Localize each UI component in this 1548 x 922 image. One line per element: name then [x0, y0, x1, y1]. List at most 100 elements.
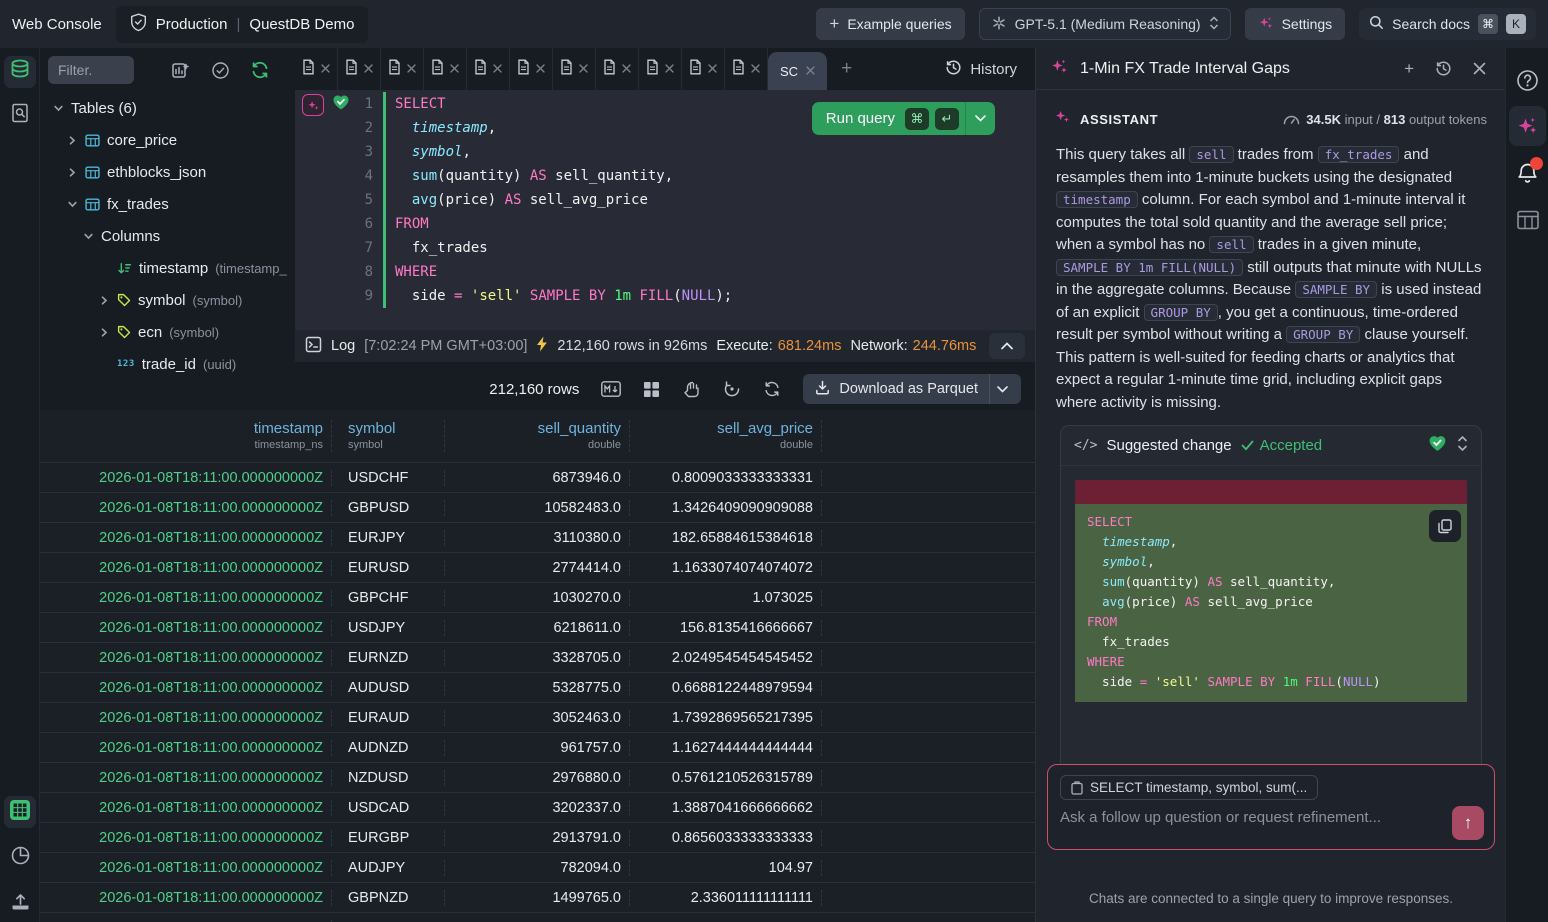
close-tab-icon[interactable]	[364, 62, 373, 76]
active-query-tab[interactable]: SC	[768, 52, 827, 90]
code-line[interactable]: 3 symbol,	[295, 140, 1035, 164]
chevron-down-icon[interactable]	[66, 199, 78, 210]
table-row[interactable]: 2026-01-08T18:11:00.000000000ZNZDUSD2976…	[40, 762, 1035, 792]
tree-item-tables-6-[interactable]: Tables (6)	[40, 92, 295, 124]
close-tab-icon[interactable]	[321, 62, 330, 76]
table-row[interactable]: 2026-01-08T18:11:00.000000000ZUSDCHF6873…	[40, 462, 1035, 492]
table-row[interactable]: 2026-01-08T18:11:00.000000000ZAUDUSD5328…	[40, 672, 1035, 702]
tree-item-symbol[interactable]: symbol(symbol)	[40, 284, 295, 316]
download-parquet-button[interactable]: Download as Parquet	[803, 374, 1021, 404]
close-chat-button[interactable]	[1468, 62, 1491, 75]
query-tab[interactable]	[639, 48, 682, 90]
table-row[interactable]: 2026-01-08T18:11:00.000000000ZEURAUD3052…	[40, 702, 1035, 732]
pointer-icon[interactable]	[682, 380, 701, 399]
tree-item-ethblocks-json[interactable]: ethblocks_json	[40, 156, 295, 188]
check-circle-icon[interactable]	[200, 61, 240, 80]
close-tab-icon[interactable]	[622, 62, 631, 76]
collapse-log-button[interactable]	[989, 333, 1025, 359]
markdown-icon[interactable]	[601, 381, 621, 397]
table-row[interactable]: 2026-01-08T18:11:00.000000000ZGBPUSD1058…	[40, 492, 1035, 522]
chevron-down-icon[interactable]	[82, 231, 94, 242]
table-row[interactable]: 2026-01-08T18:11:00.000000000ZEURNZD3328…	[40, 642, 1035, 672]
table-row[interactable]: 2026-01-08T18:11:00.000000000ZEURGBP2913…	[40, 822, 1035, 852]
table-row[interactable]: 2026-01-08T18:11:00.000000000ZGBPNZD1499…	[40, 882, 1035, 912]
tree-item-timestamp[interactable]: timestamp(timestamp_	[40, 252, 295, 284]
code-line[interactable]: 9 side = 'sell' SAMPLE BY 1m FILL(NULL);	[295, 284, 1035, 308]
new-tab-button[interactable]: +	[827, 58, 866, 80]
close-tab-icon[interactable]	[493, 62, 502, 76]
table-row[interactable]: 2026-01-08T18:11:00.000000000ZUSDJPY6218…	[40, 612, 1035, 642]
query-tab[interactable]	[553, 48, 596, 90]
table-row[interactable]: 2026-01-08T18:11:00.000000000ZUSDCAD3202…	[40, 792, 1035, 822]
table-panel-button[interactable]	[1509, 200, 1546, 240]
close-tab-icon[interactable]	[806, 64, 815, 78]
chart-view-button[interactable]	[4, 842, 36, 874]
grid-view-button[interactable]	[4, 796, 36, 828]
table-row[interactable]: 2026-01-08T18:11:00.000000000ZEURJPY3110…	[40, 522, 1035, 552]
add-matview-button[interactable]	[160, 61, 200, 80]
query-tab[interactable]	[424, 48, 467, 90]
table-row[interactable]: 2026-01-08T18:11:00.000000000Z	[40, 912, 1035, 922]
code-line[interactable]: 7 fx_trades	[295, 236, 1035, 260]
filter-input[interactable]	[48, 56, 134, 84]
database-nav-button[interactable]	[4, 56, 36, 88]
tree-item-core-price[interactable]: core_price	[40, 124, 295, 156]
ai-sparkle-button[interactable]	[302, 94, 324, 116]
query-tab[interactable]	[682, 48, 725, 90]
download-options-chevron[interactable]	[989, 374, 1015, 404]
query-tab[interactable]	[381, 48, 424, 90]
chevron-right-icon[interactable]	[66, 135, 78, 146]
environment-badge[interactable]: Production | QuestDB Demo	[116, 6, 369, 43]
query-tab[interactable]	[338, 48, 381, 90]
expand-collapse-chevrons[interactable]	[1457, 435, 1468, 457]
code-line[interactable]: 5 avg(price) AS sell_avg_price	[295, 188, 1035, 212]
code-line[interactable]: 4 sum(quantity) AS sell_quantity,	[295, 164, 1035, 188]
help-button[interactable]	[1509, 60, 1546, 100]
close-tab-icon[interactable]	[751, 62, 760, 76]
timer-icon[interactable]	[723, 380, 741, 398]
table-row[interactable]: 2026-01-08T18:11:00.000000000ZEURUSD2774…	[40, 552, 1035, 582]
import-button[interactable]	[4, 888, 36, 920]
close-tab-icon[interactable]	[536, 62, 545, 76]
close-tab-icon[interactable]	[450, 62, 459, 76]
chat-input-box[interactable]: SELECT timestamp, symbol, sum(... ↑	[1047, 764, 1495, 850]
column-header-timestamp[interactable]: timestamp timestamp_ns	[40, 420, 332, 452]
chat-input[interactable]	[1060, 809, 1430, 826]
chat-history-button[interactable]	[1430, 60, 1457, 77]
refresh-icon[interactable]	[763, 380, 781, 398]
example-queries-button[interactable]: + Example queries	[816, 8, 964, 40]
close-tab-icon[interactable]	[407, 62, 416, 76]
sql-editor[interactable]: 1SELECT2 timestamp,3 symbol,4 sum(quanti…	[295, 90, 1035, 330]
column-header-sell-quantity[interactable]: sell_quantity double	[445, 420, 630, 452]
layout-grid-icon[interactable]	[643, 381, 660, 398]
query-tab[interactable]	[295, 48, 338, 90]
column-header-symbol[interactable]: symbol symbol	[332, 420, 445, 452]
chevron-right-icon[interactable]	[98, 295, 110, 306]
table-row[interactable]: 2026-01-08T18:11:00.000000000ZGBPCHF1030…	[40, 582, 1035, 612]
settings-button[interactable]: Settings	[1245, 8, 1346, 40]
tree-item-ecn[interactable]: ecn(symbol)	[40, 316, 295, 348]
send-button[interactable]: ↑	[1452, 806, 1484, 840]
model-selector[interactable]: GPT-5.1 (Medium Reasoning)	[979, 8, 1231, 40]
doc-search-nav-button[interactable]	[4, 100, 36, 132]
query-context-chip[interactable]: SELECT timestamp, symbol, sum(...	[1060, 775, 1318, 800]
code-line[interactable]: 8WHERE	[295, 260, 1035, 284]
refresh-tables-button[interactable]	[240, 60, 280, 80]
close-tab-icon[interactable]	[708, 62, 717, 76]
new-chat-button[interactable]: +	[1399, 59, 1419, 79]
chevron-down-icon[interactable]	[52, 103, 64, 114]
tree-item-trade-id[interactable]: 123trade_id(uuid)	[40, 348, 295, 380]
history-button[interactable]: History	[927, 59, 1035, 80]
search-docs-button[interactable]: Search docs ⌘ K	[1359, 8, 1536, 40]
tree-item-columns[interactable]: Columns	[40, 220, 295, 252]
table-row[interactable]: 2026-01-08T18:11:00.000000000ZAUDJPY7820…	[40, 852, 1035, 882]
chevron-right-icon[interactable]	[66, 167, 78, 178]
query-tab[interactable]	[467, 48, 510, 90]
code-line[interactable]: 6FROM	[295, 212, 1035, 236]
run-query-button[interactable]: Run query ⌘ ↵	[812, 102, 995, 135]
tree-item-fx-trades[interactable]: fx_trades	[40, 188, 295, 220]
notifications-button[interactable]	[1509, 154, 1546, 194]
run-options-chevron[interactable]	[965, 102, 995, 135]
column-header-sell-avg-price[interactable]: sell_avg_price double	[630, 420, 822, 452]
ai-panel-button[interactable]	[1509, 106, 1546, 146]
